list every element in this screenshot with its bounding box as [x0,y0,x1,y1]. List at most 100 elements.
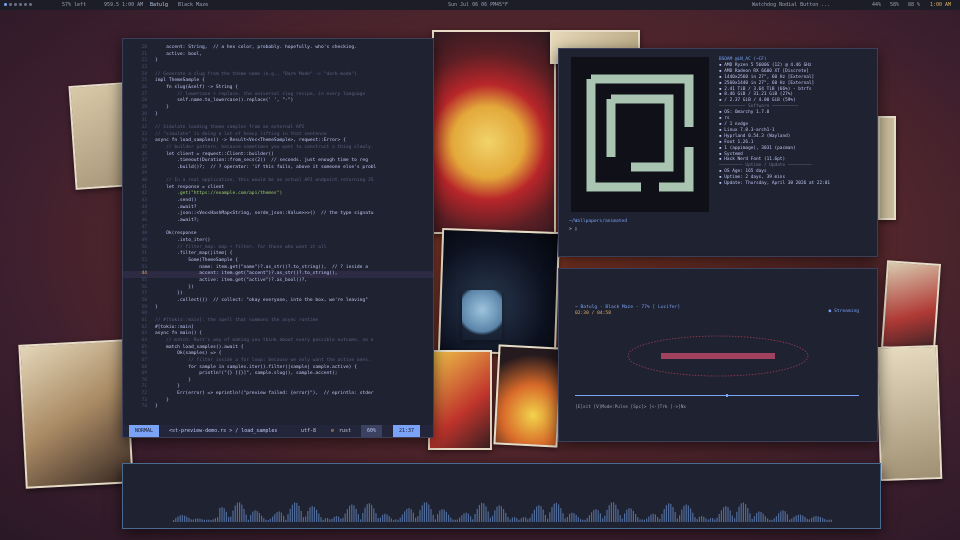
code-line[interactable]: 60 [123,311,433,318]
shell-prompt[interactable]: > ▯ [569,227,577,232]
system-info-list: BSOAM @LN_AC (~CF) ▪ AMD Ryzen 5 5600G (1… [719,57,830,187]
code-line[interactable]: 69 println!("{} [{}]", sample.slug(), sa… [123,371,433,378]
spectrum-bar [382,514,384,522]
code-line[interactable]: 29 } [123,105,433,112]
spectrum-bar [643,519,645,522]
code-line[interactable]: 22} [123,58,433,65]
clock[interactable]: Sun Jul 06 06 PM [448,0,496,10]
system-info-terminal[interactable]: BSOAM @LN_AC (~CF) ▪ AMD Ryzen 5 5600G (1… [558,48,878,257]
spectrum-bar [676,518,678,522]
spectrum-bar [819,516,821,522]
code-text: .filter_map(|item| { [155,251,233,257]
audio-spectrum-window[interactable] [122,463,881,529]
code-text: // In a real application, this would be … [155,178,374,184]
file-breadcrumb[interactable]: <st-preview-demo.rs > / load_samples [169,425,277,437]
brightness[interactable]: 58% [890,0,899,10]
spectrum-bar [261,515,263,522]
code-line[interactable]: 35 // builder pattern, because sometimes… [123,145,433,152]
code-line[interactable]: 38 .build()?; // ? operator: 'if this fa… [123,165,433,172]
code-line[interactable]: 57 }) [123,291,433,298]
code-line[interactable]: 55 active: item.get("active")?.as_bool()… [123,278,433,285]
spectrum-bar [773,518,775,522]
code-line[interactable]: 72 Err(error) => eprintln!("preview fail… [123,391,433,398]
spectrum-bar [483,503,485,522]
media-track[interactable]: Black Maze [178,0,208,10]
code-line[interactable]: 73 } [123,398,433,405]
code-text: Err(error) => eprintln!("preview failed:… [155,391,374,397]
code-line[interactable]: 66 Ok(samples) => { [123,351,433,358]
code-text: // #[tokio::main]: the spell that summon… [155,317,319,323]
spectrum-bar [505,512,507,522]
spectrum-bar [751,518,753,522]
code-line[interactable]: 52 Some(ThemeSample { [123,258,433,265]
code-line[interactable]: 51 .filter_map(|item| { [123,251,433,258]
playback-time: 02:30 / 04:58 [575,311,611,316]
code-line[interactable]: 74} [123,404,433,411]
spectrum-bar [364,507,366,522]
spectrum-bar [610,502,612,522]
spectrum-bar [421,505,423,522]
code-line[interactable]: 49 .into_iter() [123,238,433,245]
spectrum-bar [639,519,641,522]
code-line[interactable]: 59} [123,305,433,312]
code-editor-window[interactable]: 20 accent: String, // a hex color, proba… [122,38,434,438]
code-line[interactable]: 28 self.name.to_lowercase().replace(' ',… [123,98,433,105]
code-line[interactable]: 67 // filter inside a for loop: because … [123,358,433,365]
playback-progress-knob[interactable] [725,394,728,397]
code-text: let client = reqwest::Client::builder() [155,151,274,157]
spectrum-bar [725,506,727,522]
line-number: 52 [141,258,147,263]
spectrum-bar [738,506,740,522]
code-line[interactable]: 43 .send() [123,198,433,205]
spectrum-bar [454,519,456,522]
spectrum-bar [300,510,302,522]
workspace-indicators[interactable] [4,0,34,10]
spectrum-bar [309,507,311,522]
spectrum-bar [793,516,795,522]
streaming-status: ● Streaming [828,309,859,314]
code-line[interactable]: 32 // Simulate loading theme samples from… [123,125,433,132]
spectrum-bar [327,518,329,522]
volume[interactable]: 44% [872,0,881,10]
media-artist[interactable]: Batulg [150,0,168,10]
code-line[interactable]: 23 [123,65,433,72]
code-text: .timeout(Duration::from_secs(2)) // seco… [155,158,368,164]
code-line[interactable]: 20 accent: String, // a hex color, proba… [123,45,433,52]
spectrum-bar [241,504,243,522]
spectrum-bar [401,514,403,522]
spectrum-bar [344,513,346,522]
code-line[interactable]: 64 // match: Rust's way of making you th… [123,338,433,345]
spectrum-bar [822,518,824,522]
code-line[interactable]: 44 accent: item.get("accent")?.as_str()?… [123,271,433,278]
line-number: 49 [141,238,147,244]
code-text: .get("https://example.com/api/themes") [155,191,283,197]
code-line[interactable]: 26 fn slug(&self) -> String { [123,85,433,92]
line-number: 63 [141,331,147,337]
code-line[interactable]: 63 async fn main() { [123,331,433,338]
code-line[interactable]: 34 async fn load_samples() -> Result<Vec<… [123,138,433,145]
tray-items[interactable]: Watchdog Nodial Button ... [752,0,830,10]
code-line[interactable]: 21 active: bool, [123,52,433,59]
music-visualizer-window[interactable]: ~ Batulg - Black Maze - 77% [ Lucifer] 0… [558,268,878,442]
spectrum-bar [646,518,648,522]
spectrum-bar [355,508,357,522]
spectrum-bar [280,512,282,522]
spectrum-bar [775,516,777,522]
spectrum-bar [254,510,256,522]
spectrum-bar [221,507,223,522]
code-text: // "simulate" is doing a lot of heavy li… [155,131,327,137]
code-line[interactable]: 37 .timeout(Duration::from_secs(2)) // s… [123,158,433,165]
code-line[interactable]: 25 impl ThemeSample { [123,78,433,85]
playback-progress-track[interactable] [575,395,859,396]
code-text: } [155,111,158,117]
line-number: 22 [141,58,147,64]
code-line[interactable]: 58 .collect()) // collect: "okay everyon… [123,298,433,305]
code-line[interactable]: 40 // In a real application, this would … [123,178,433,185]
code-line[interactable]: 46 .await?; [123,218,433,225]
code-buffer[interactable]: 20 accent: String, // a hex color, proba… [123,45,433,411]
spectrum-bar [800,514,802,522]
code-line[interactable]: 30} [123,112,433,119]
spectrum-bar [349,505,351,522]
code-line[interactable]: 31 [123,118,433,125]
code-line[interactable]: 61 // #[tokio::main]: the spell that summ… [123,318,433,325]
